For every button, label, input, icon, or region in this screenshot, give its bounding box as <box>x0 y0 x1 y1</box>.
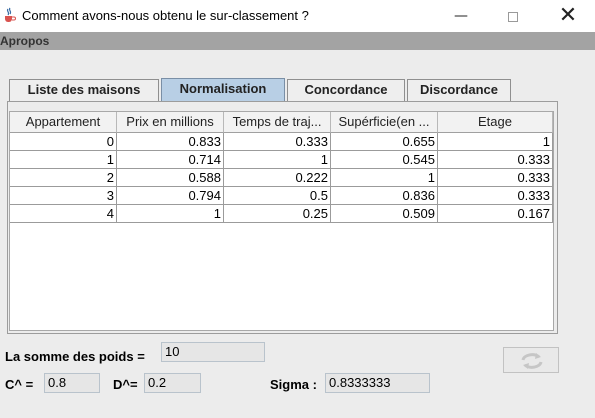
table-cell[interactable]: 1 <box>224 151 331 169</box>
tab-discordance[interactable]: Discordance <box>407 79 511 101</box>
table-cell[interactable]: 0.714 <box>117 151 224 169</box>
table-cell[interactable]: 0.25 <box>224 205 331 223</box>
table-cell[interactable]: 4 <box>10 205 117 223</box>
table-cell[interactable]: 0.655 <box>331 133 438 151</box>
somme-poids-field[interactable]: 10 <box>161 342 265 362</box>
table-cell[interactable]: 0.545 <box>331 151 438 169</box>
maximize-button[interactable] <box>490 2 536 30</box>
c-plus-field[interactable]: 0.8 <box>44 373 100 393</box>
refresh-button[interactable] <box>503 347 559 373</box>
table-cell[interactable]: 0.5 <box>224 187 331 205</box>
column-header-superficie[interactable]: Supérficie(en ... <box>331 112 438 133</box>
window-title: Comment avons-nous obtenu le sur-classem… <box>22 8 309 23</box>
table-row[interactable]: 1 0.714 1 0.545 0.333 <box>10 151 553 169</box>
tab-liste-des-maisons[interactable]: Liste des maisons <box>9 79 159 101</box>
table-cell[interactable]: 0.509 <box>331 205 438 223</box>
somme-poids-label: La somme des poids = <box>5 349 145 364</box>
table-cell[interactable]: 0.794 <box>117 187 224 205</box>
title-bar: Comment avons-nous obtenu le sur-classem… <box>0 0 595 32</box>
table-cell[interactable]: 2 <box>10 169 117 187</box>
table-cell[interactable]: 3 <box>10 187 117 205</box>
table-cell[interactable]: 0.333 <box>438 151 553 169</box>
sigma-field[interactable]: 0.8333333 <box>325 373 430 393</box>
sigma-label: Sigma : <box>270 377 317 392</box>
table-cell[interactable]: 0.833 <box>117 133 224 151</box>
table-header: Appartement Prix en millions Temps de tr… <box>10 112 553 133</box>
table-row[interactable]: 0 0.833 0.333 0.655 1 <box>10 133 553 151</box>
table-cell[interactable]: 1 <box>331 169 438 187</box>
table-cell[interactable]: 0.836 <box>331 187 438 205</box>
table-cell[interactable]: 0.222 <box>224 169 331 187</box>
tab-normalisation[interactable]: Normalisation <box>161 78 285 101</box>
column-header-etage[interactable]: Etage <box>438 112 553 133</box>
d-plus-label: D^= <box>113 377 138 392</box>
table-cell[interactable]: 0.333 <box>438 187 553 205</box>
table-row[interactable]: 4 1 0.25 0.509 0.167 <box>10 205 553 223</box>
table-row[interactable]: 2 0.588 0.222 1 0.333 <box>10 169 553 187</box>
menu-bar: Apropos <box>0 32 595 50</box>
column-header-prix[interactable]: Prix en millions <box>117 112 224 133</box>
column-header-temps[interactable]: Temps de traj... <box>224 112 331 133</box>
refresh-icon <box>521 353 543 369</box>
table-cell[interactable]: 0.333 <box>438 169 553 187</box>
table-cell[interactable]: 0 <box>10 133 117 151</box>
maximize-icon <box>508 11 518 22</box>
table-row[interactable]: 3 0.794 0.5 0.836 0.333 <box>10 187 553 205</box>
tab-concordance[interactable]: Concordance <box>287 79 405 101</box>
table-cell[interactable]: 1 <box>438 133 553 151</box>
d-plus-field[interactable]: 0.2 <box>144 373 201 393</box>
close-button[interactable]: ✕ <box>545 2 591 30</box>
table-cell[interactable]: 1 <box>10 151 117 169</box>
table-cell[interactable]: 0.333 <box>224 133 331 151</box>
column-header-appartement[interactable]: Appartement <box>10 112 117 133</box>
table-cell[interactable]: 0.588 <box>117 169 224 187</box>
minimize-button[interactable]: — <box>438 2 484 30</box>
table-cell[interactable]: 0.167 <box>438 205 553 223</box>
menu-apropos[interactable]: Apropos <box>0 34 49 48</box>
normalisation-table[interactable]: Appartement Prix en millions Temps de tr… <box>9 111 554 331</box>
java-cup-icon <box>2 7 16 23</box>
table-body: 0 0.833 0.333 0.655 1 1 0.714 1 0.545 0.… <box>10 133 553 223</box>
table-cell[interactable]: 1 <box>117 205 224 223</box>
c-plus-label: C^ = <box>5 377 34 392</box>
